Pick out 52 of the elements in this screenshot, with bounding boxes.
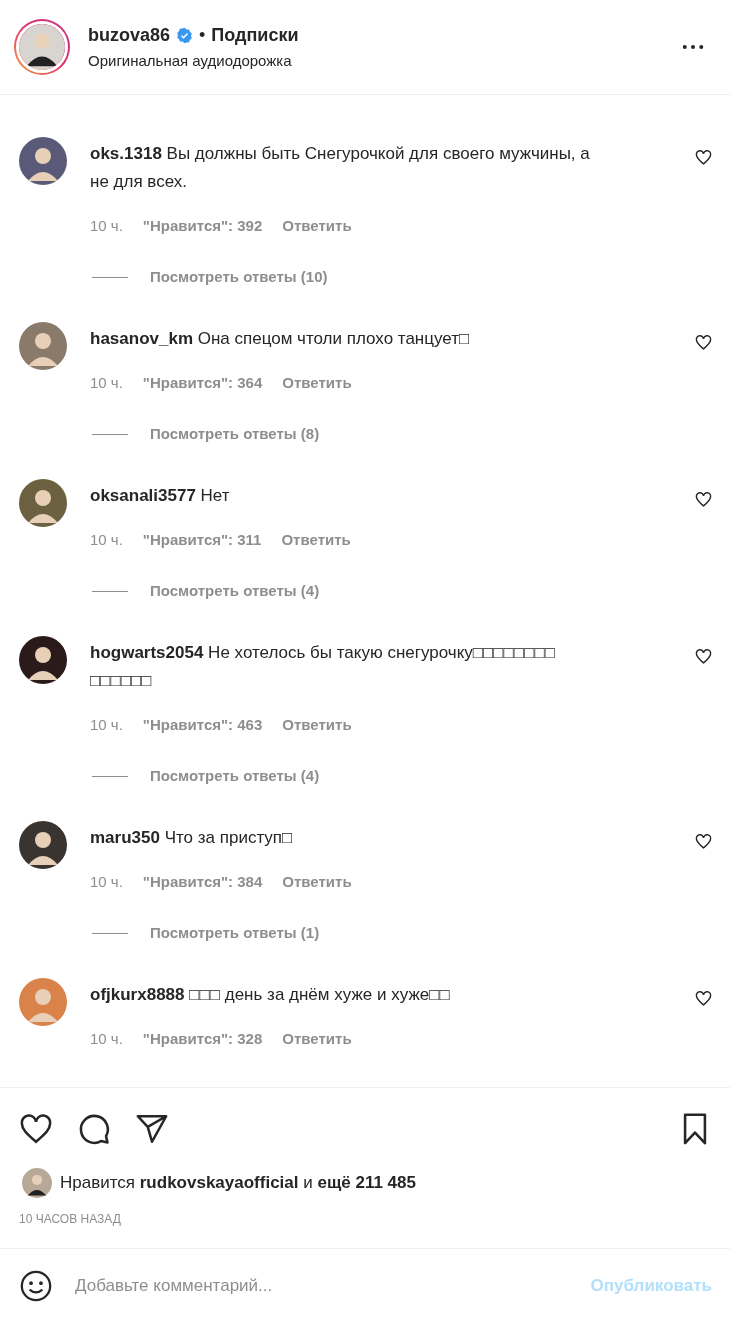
comment-text: hasanov_km Она спецом чтоли плохо танцует□: [90, 328, 471, 350]
username[interactable]: buzova86: [88, 25, 171, 46]
audio-track-link[interactable]: Оригинальная аудиодорожка: [88, 52, 664, 69]
reply-link[interactable]: Ответить: [282, 715, 352, 735]
send-icon[interactable]: [135, 1112, 169, 1146]
comment-time: 10 ч.: [90, 530, 123, 550]
avatar[interactable]: [14, 19, 70, 75]
heart-icon[interactable]: [695, 334, 712, 351]
avatar[interactable]: [19, 636, 67, 684]
heart-icon[interactable]: [695, 491, 712, 508]
reply-link[interactable]: Ответить: [282, 1029, 352, 1049]
comment-text: oks.1318 Вы должны быть Снегурочкой для своего мужчины, а не для всех.: [90, 143, 591, 193]
heart-icon[interactable]: [19, 1112, 53, 1146]
separator: •: [199, 25, 206, 46]
post-timestamp: 10 ЧАСОВ НАЗАД: [18, 1211, 122, 1226]
reply-link[interactable]: Ответить: [281, 530, 351, 550]
heart-icon[interactable]: [695, 833, 712, 850]
avatar[interactable]: [19, 137, 67, 185]
comment-text: ofjkurx8888 □□□ день за днём хуже и хуже□□: [90, 984, 451, 1006]
heart-icon[interactable]: [695, 648, 712, 665]
emoji-icon[interactable]: [19, 1269, 53, 1303]
comment-time: 10 ч.: [90, 373, 123, 393]
view-replies-link[interactable]: Посмотреть ответы (10): [150, 267, 328, 287]
comment-time: 10 ч.: [90, 715, 123, 735]
view-replies-link[interactable]: Посмотреть ответы (1): [150, 923, 320, 943]
comment-text: hogwarts2054 Не хотелось бы такую снегурочку□□□□□□□□ □□□□□□: [90, 642, 556, 692]
heart-icon[interactable]: [695, 149, 712, 166]
comment-icon[interactable]: [77, 1112, 111, 1146]
comment-time: 10 ч.: [90, 216, 123, 236]
comment-time: 10 ч.: [90, 872, 123, 892]
comment-text: maru350 Что за приступ□: [90, 827, 294, 849]
likes-summary: Нравится rudkovskayaofficial и ещё 211 485: [60, 1173, 416, 1193]
comment-text: oksanali3577 Нет: [90, 485, 231, 507]
likes-count[interactable]: "Нравится": 463: [142, 715, 263, 735]
follow-status[interactable]: Подписки: [211, 25, 299, 46]
view-replies-link[interactable]: Посмотреть ответы (4): [150, 581, 320, 601]
comment-time: 10 ч.: [90, 1029, 123, 1049]
reply-link[interactable]: Ответить: [282, 216, 352, 236]
likes-count[interactable]: "Нравится": 384: [142, 872, 263, 892]
likes-count[interactable]: "Нравится": 328: [142, 1029, 263, 1049]
view-replies-link[interactable]: Посмотреть ответы (4): [150, 766, 320, 786]
likes-count[interactable]: "Нравится": 392: [142, 216, 263, 236]
more-options-icon[interactable]: [682, 44, 704, 50]
avatar[interactable]: [19, 821, 67, 869]
heart-icon[interactable]: [695, 990, 712, 1007]
reply-link[interactable]: Ответить: [282, 872, 352, 892]
avatar[interactable]: [19, 479, 67, 527]
avatar[interactable]: [22, 1168, 52, 1198]
likes-count[interactable]: "Нравится": 311: [142, 530, 262, 550]
reply-link[interactable]: Ответить: [282, 373, 352, 393]
likes-count[interactable]: "Нравится": 364: [142, 373, 263, 393]
view-replies-link[interactable]: Посмотреть ответы (8): [150, 424, 320, 444]
